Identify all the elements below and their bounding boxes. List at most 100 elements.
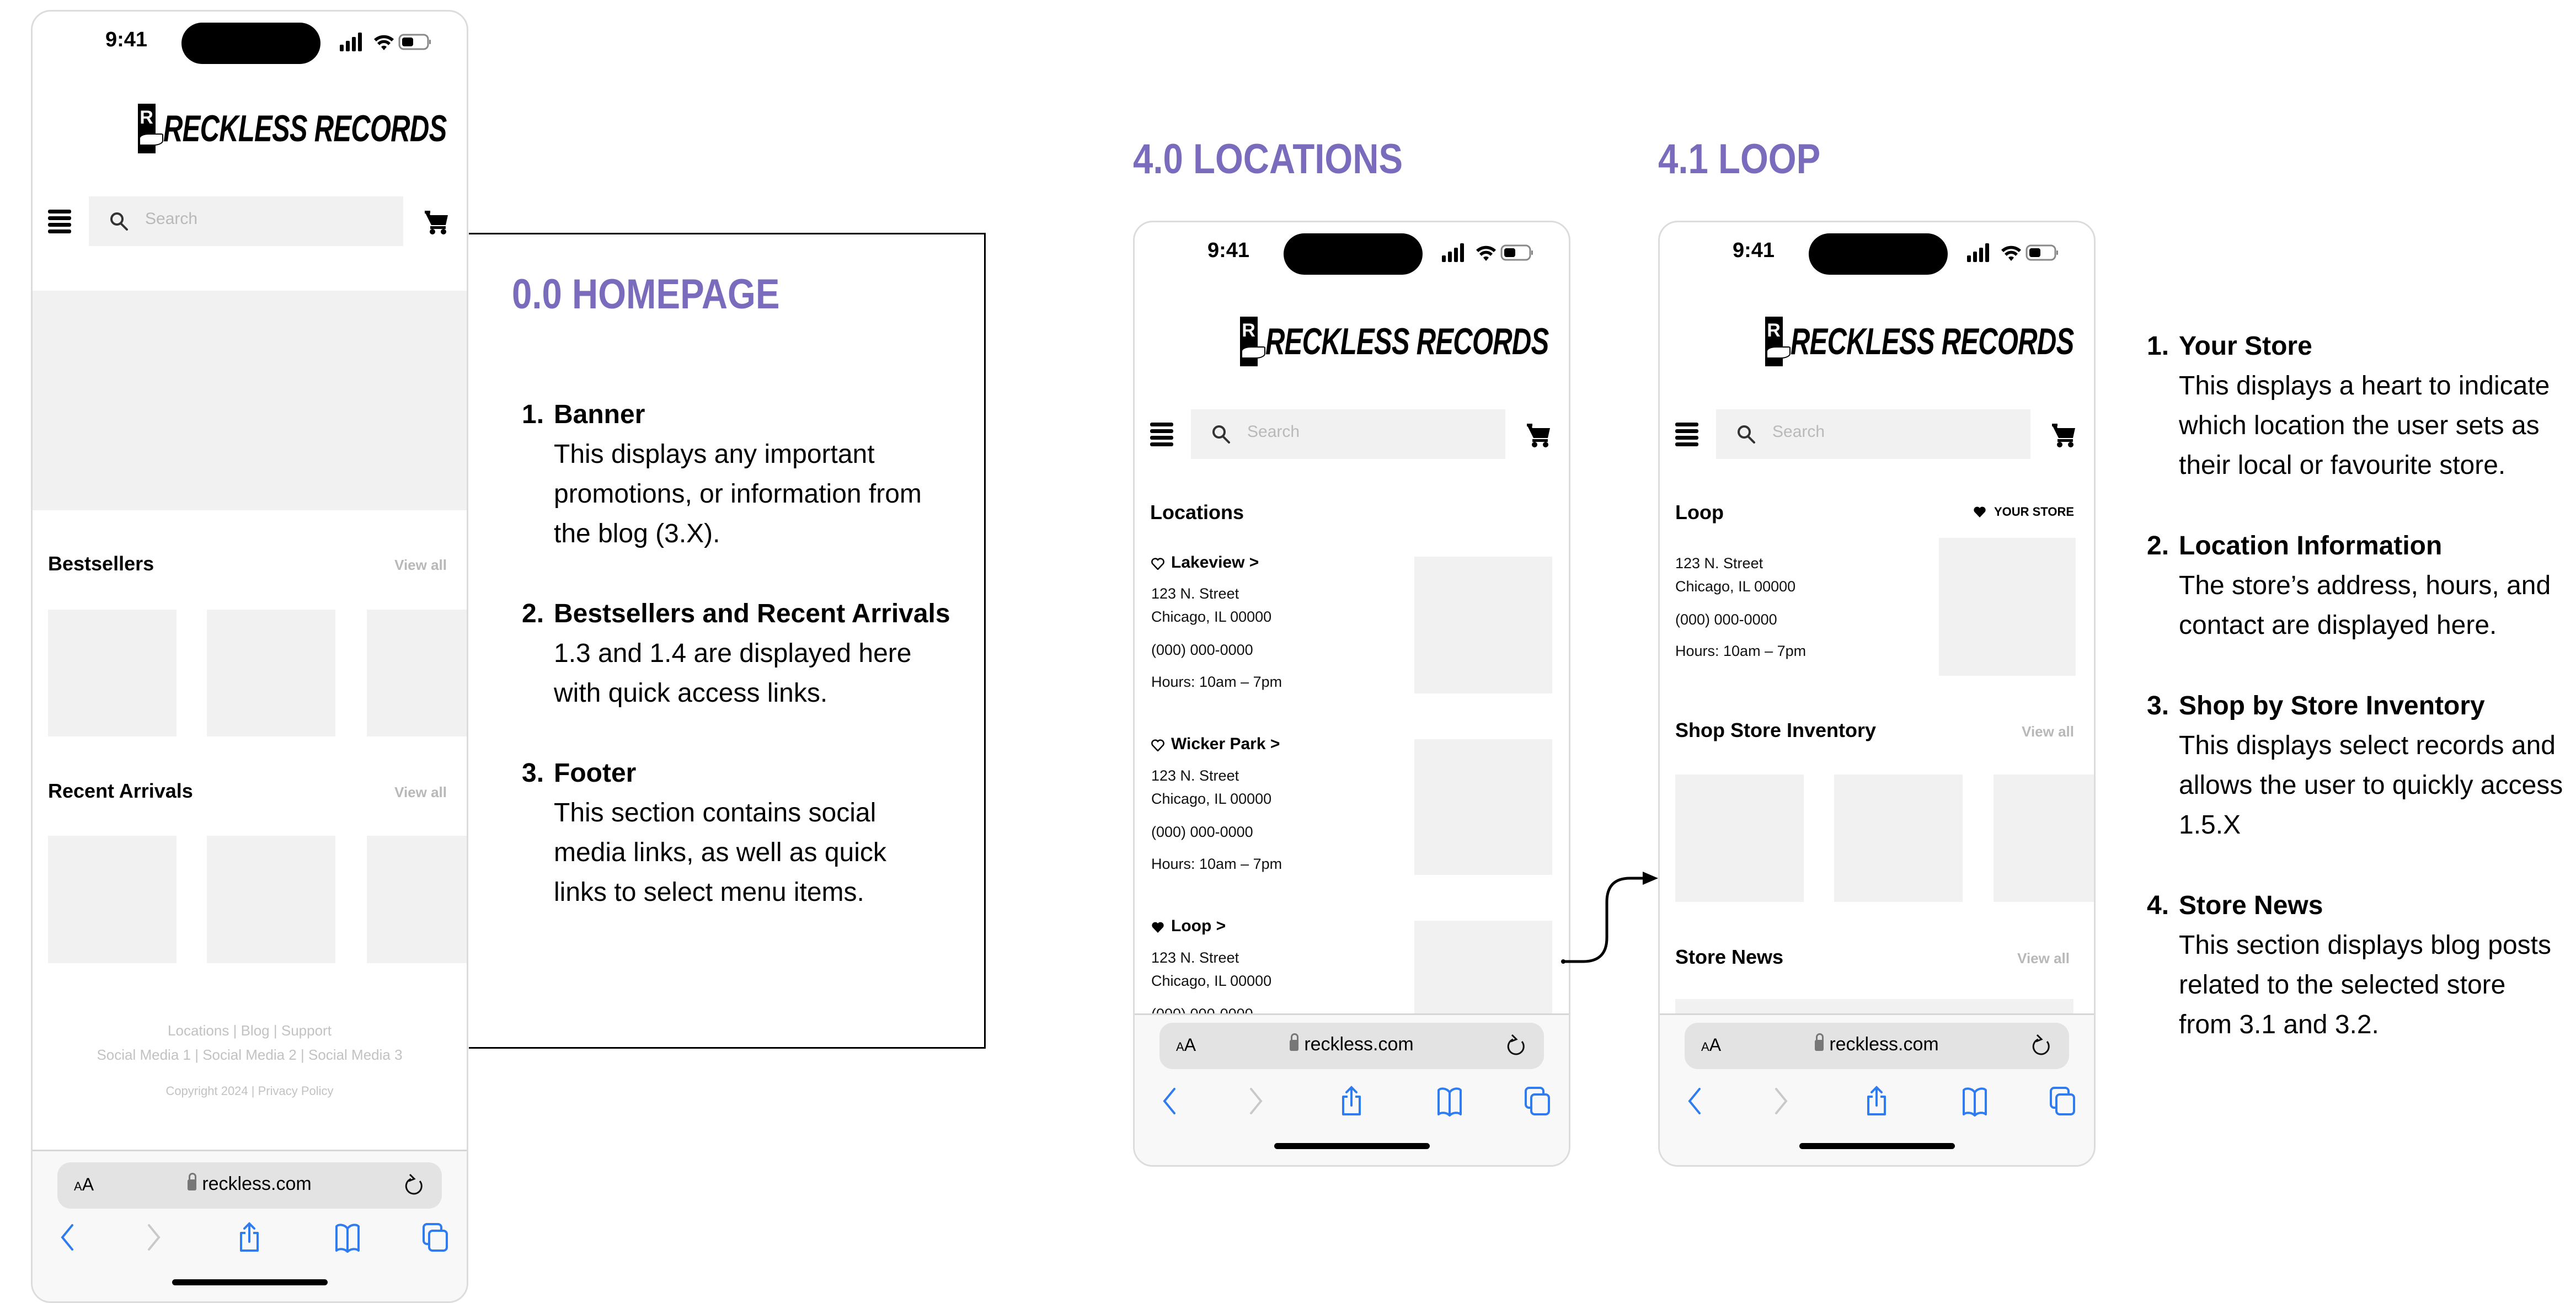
search-icon: [1737, 425, 1756, 444]
bestsellers-view-all[interactable]: View all: [394, 557, 447, 574]
logo-mark: R: [1765, 317, 1791, 366]
locations-screen-title: 4.0 LOCATIONS: [1133, 136, 1403, 183]
reload-icon[interactable]: [2030, 1034, 2053, 1058]
locations-heading: Locations: [1150, 501, 1244, 524]
search-input[interactable]: Search: [1191, 409, 1505, 459]
tabs-icon[interactable]: [421, 1222, 449, 1253]
inventory-tile[interactable]: [1834, 775, 1963, 902]
banner[interactable]: [33, 291, 467, 510]
share-icon[interactable]: [1866, 1086, 1888, 1117]
search-placeholder: Search: [1247, 423, 1300, 441]
bestseller-tile[interactable]: [48, 610, 177, 736]
search-input[interactable]: Search: [1716, 409, 2030, 459]
menu-icon[interactable]: [48, 210, 71, 233]
forward-icon[interactable]: [1248, 1086, 1264, 1117]
address-bar[interactable]: AA reckless.com: [57, 1162, 442, 1209]
inventory-tile[interactable]: [1675, 775, 1804, 902]
tabs-icon[interactable]: [1524, 1086, 1551, 1117]
heart-outline-icon[interactable]: [1151, 739, 1164, 751]
store-city: Chicago, IL 00000: [1151, 791, 1272, 807]
flow-connector-arrow: [1561, 872, 1658, 964]
brand-logo[interactable]: R RECKLESS RECORDS: [1660, 316, 2094, 367]
note-number: 3.: [522, 759, 544, 788]
back-icon[interactable]: [1161, 1086, 1178, 1117]
your-store-badge[interactable]: YOUR STORE: [1973, 505, 2074, 519]
search-placeholder: Search: [145, 210, 198, 228]
menu-icon[interactable]: [1150, 423, 1173, 446]
footer-social-3[interactable]: Social Media 3: [308, 1046, 403, 1063]
store-name-link[interactable]: Wicker Park >: [1171, 735, 1280, 754]
privacy-policy-link[interactable]: Privacy Policy: [258, 1084, 334, 1098]
lock-icon: [1815, 1033, 1824, 1051]
recent-arrivals-view-all[interactable]: View all: [394, 784, 447, 801]
store-name-link[interactable]: Lakeview >: [1171, 553, 1259, 572]
store-street: 123 N. Street: [1151, 767, 1239, 784]
dynamic-island: [1809, 233, 1948, 275]
search-row: Search: [1135, 409, 1569, 459]
back-icon[interactable]: [1686, 1086, 1703, 1117]
cart-icon[interactable]: [424, 210, 449, 235]
tabs-icon[interactable]: [2049, 1086, 2076, 1117]
safari-toolbar: AA reckless.com: [1660, 1013, 2094, 1165]
store-news-view-all[interactable]: View all: [2017, 950, 2070, 967]
separator: |: [251, 1084, 255, 1098]
bestseller-tile[interactable]: [207, 610, 335, 736]
note-line: This section displays blog posts: [2179, 931, 2551, 960]
inventory-tile[interactable]: [1994, 775, 2094, 902]
menu-icon[interactable]: [1675, 423, 1698, 446]
footer-legal: Copyright 2024 | Privacy Policy: [33, 1079, 467, 1103]
note-line: which location the user sets as: [2179, 411, 2540, 440]
cart-icon[interactable]: [2051, 423, 2076, 448]
logo-mark: R: [1239, 317, 1265, 366]
recent-arrival-tile[interactable]: [48, 836, 177, 963]
address-bar[interactable]: AA reckless.com: [1159, 1023, 1544, 1069]
share-icon[interactable]: [238, 1222, 260, 1253]
heart-filled-icon: [1973, 506, 1986, 518]
bookmarks-icon[interactable]: [1436, 1086, 1463, 1117]
homepage-note-1: 1. Banner This displays any important pr…: [522, 395, 963, 554]
url-text[interactable]: reckless.com: [57, 1173, 442, 1195]
dynamic-island: [1284, 233, 1423, 275]
loop-phone: 9:41 R RECKLESS RECORDS Search Loop YOUR…: [1658, 221, 2096, 1167]
store-title: Loop: [1675, 501, 1724, 524]
brand-logo[interactable]: R RECKLESS RECORDS: [1135, 316, 1569, 367]
share-icon[interactable]: [1340, 1086, 1362, 1117]
note-line: This displays select records and: [2179, 731, 2556, 760]
loop-note-3: 3. Shop by Store Inventory This displays…: [2147, 686, 2566, 845]
store-news-title: Store News: [1675, 946, 1784, 968]
url-text[interactable]: reckless.com: [1685, 1033, 2069, 1055]
inventory-view-all[interactable]: View all: [2022, 723, 2074, 740]
loop-screen-title: 4.1 LOOP: [1658, 136, 1821, 183]
bestseller-tile[interactable]: [367, 610, 467, 736]
brand-logo[interactable]: R RECKLESS RECORDS: [33, 103, 467, 154]
heart-filled-icon[interactable]: [1151, 921, 1164, 933]
lock-icon: [1290, 1033, 1299, 1051]
footer-social-1[interactable]: Social Media 1: [97, 1046, 191, 1063]
copyright: Copyright 2024: [165, 1084, 248, 1098]
footer-link-locations[interactable]: Locations: [168, 1022, 229, 1039]
reload-icon[interactable]: [403, 1173, 425, 1198]
dynamic-island: [181, 23, 320, 64]
footer-link-blog[interactable]: Blog: [241, 1022, 270, 1039]
forward-icon[interactable]: [146, 1222, 162, 1253]
reload-icon[interactable]: [1505, 1034, 1527, 1058]
recent-arrival-tile[interactable]: [367, 836, 467, 963]
note-line: links to select menu items.: [554, 878, 864, 907]
back-icon[interactable]: [59, 1222, 76, 1253]
address-bar[interactable]: AA reckless.com: [1685, 1023, 2069, 1069]
cart-icon[interactable]: [1526, 423, 1551, 448]
locations-phone: 9:41 R RECKLESS RECORDS Search Locations…: [1133, 221, 1570, 1167]
forward-icon[interactable]: [1773, 1086, 1789, 1117]
recent-arrival-tile[interactable]: [207, 836, 335, 963]
bookmarks-icon[interactable]: [1962, 1086, 1988, 1117]
search-input[interactable]: Search: [89, 196, 403, 246]
search-row: Search: [1660, 409, 2094, 459]
url-text[interactable]: reckless.com: [1159, 1033, 1544, 1055]
recent-arrivals-title: Recent Arrivals: [48, 779, 193, 802]
footer-social-2[interactable]: Social Media 2: [202, 1046, 297, 1063]
footer-link-support[interactable]: Support: [281, 1022, 332, 1039]
store-name-link[interactable]: Loop >: [1171, 917, 1226, 936]
bookmarks-icon[interactable]: [334, 1222, 361, 1253]
loop-note-1: 1. Your Store This displays a heart to i…: [2147, 327, 2566, 485]
heart-outline-icon[interactable]: [1151, 558, 1164, 570]
